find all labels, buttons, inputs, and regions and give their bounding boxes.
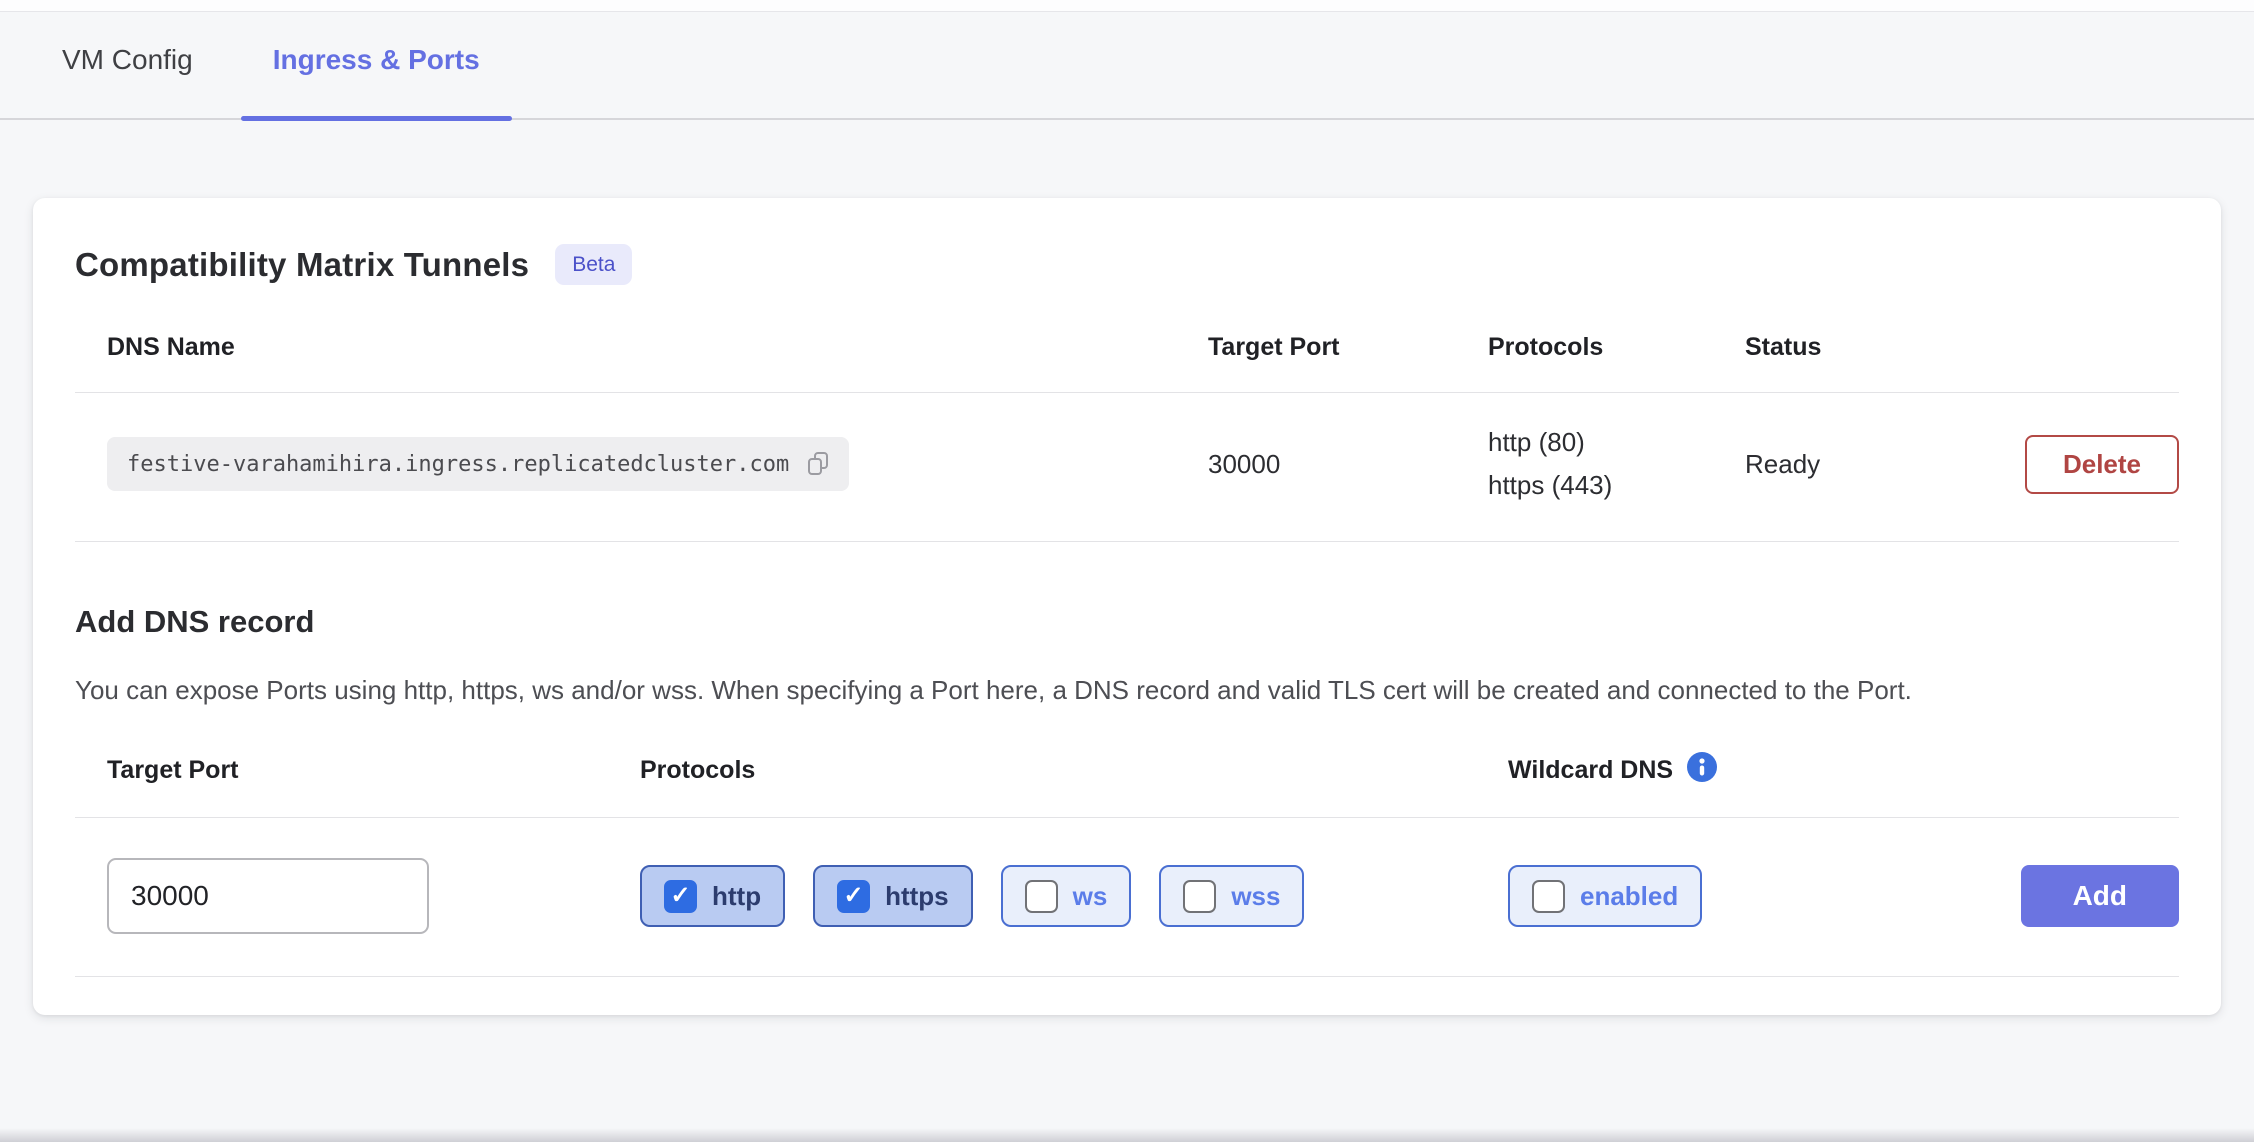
panel-header: Compatibility Matrix Tunnels Beta: [75, 244, 2179, 285]
tunnels-panel: Compatibility Matrix Tunnels Beta DNS Na…: [33, 198, 2221, 1015]
add-button[interactable]: Add: [2021, 865, 2179, 927]
protocol-line-https: https (443): [1488, 470, 1745, 501]
beta-badge: Beta: [555, 244, 632, 285]
checkbox-icon: ✓: [837, 880, 870, 913]
column-header-status: Status: [1745, 333, 1998, 362]
checkbox-icon: ✓: [1532, 880, 1565, 913]
protocol-checkbox-ws[interactable]: ✓ ws: [1001, 865, 1132, 927]
column-header-target-port: Target Port: [1208, 333, 1488, 362]
tab-ingress-ports[interactable]: Ingress & Ports: [241, 12, 512, 118]
add-dns-record-description: You can expose Ports using http, https, …: [75, 670, 2115, 710]
copy-icon[interactable]: [805, 450, 831, 478]
dns-name-pill: festive-varahamihira.ingress.replicatedc…: [107, 437, 849, 491]
protocol-checkbox-http[interactable]: ✓ http: [640, 865, 785, 927]
table-row: festive-varahamihira.ingress.replicatedc…: [75, 393, 2179, 542]
column-header-protocols: Protocols: [1488, 333, 1745, 362]
add-dns-record-title: Add DNS record: [75, 604, 2179, 640]
wildcard-option-cell: ✓ enabled: [1508, 865, 1995, 927]
protocols-cell: http (80) https (443): [1488, 427, 1745, 501]
protocol-option-label: http: [712, 881, 761, 912]
top-header-strip: [0, 0, 2254, 12]
label-protocols: Protocols: [640, 756, 1508, 785]
dns-name-cell: festive-varahamihira.ingress.replicatedc…: [75, 437, 1208, 491]
protocol-line-http: http (80): [1488, 427, 1745, 458]
tab-vm-config[interactable]: VM Config: [62, 12, 193, 118]
wildcard-option-label: enabled: [1580, 881, 1678, 912]
protocol-checkbox-https[interactable]: ✓ https: [813, 865, 973, 927]
target-port-cell: 30000: [1208, 449, 1488, 480]
checkbox-icon: ✓: [664, 880, 697, 913]
tunnels-table-header: DNS Name Target Port Protocols Status: [75, 285, 2179, 393]
tab-bar: VM Config Ingress & Ports: [0, 12, 2254, 120]
panel-title: Compatibility Matrix Tunnels: [75, 246, 529, 284]
checkbox-icon: ✓: [1183, 880, 1216, 913]
column-header-dns-name: DNS Name: [75, 333, 1208, 362]
protocol-options: ✓ http ✓ https ✓ ws ✓ wss: [640, 865, 1508, 927]
info-icon[interactable]: [1687, 752, 1717, 782]
status-cell: Ready: [1745, 449, 1998, 480]
form-labels-row: Target Port Protocols Wildcard DNS: [75, 710, 2179, 818]
protocol-option-label: ws: [1073, 881, 1108, 912]
form-controls-row: ✓ http ✓ https ✓ ws ✓ wss ✓ enabled Add: [75, 818, 2179, 977]
checkbox-icon: ✓: [1025, 880, 1058, 913]
bottom-shadow: [0, 1128, 2254, 1142]
label-wildcard-dns: Wildcard DNS: [1508, 756, 1995, 785]
target-port-field-cell: [75, 858, 640, 934]
protocol-checkbox-wss[interactable]: ✓ wss: [1159, 865, 1304, 927]
protocol-option-label: wss: [1231, 881, 1280, 912]
label-target-port: Target Port: [75, 756, 640, 785]
delete-button[interactable]: Delete: [2025, 435, 2179, 494]
dns-name-value: festive-varahamihira.ingress.replicatedc…: [127, 452, 789, 477]
wildcard-dns-text: Wildcard DNS: [1508, 756, 1673, 785]
protocol-option-label: https: [885, 881, 949, 912]
wildcard-enabled-checkbox[interactable]: ✓ enabled: [1508, 865, 1702, 927]
target-port-input[interactable]: [107, 858, 429, 934]
